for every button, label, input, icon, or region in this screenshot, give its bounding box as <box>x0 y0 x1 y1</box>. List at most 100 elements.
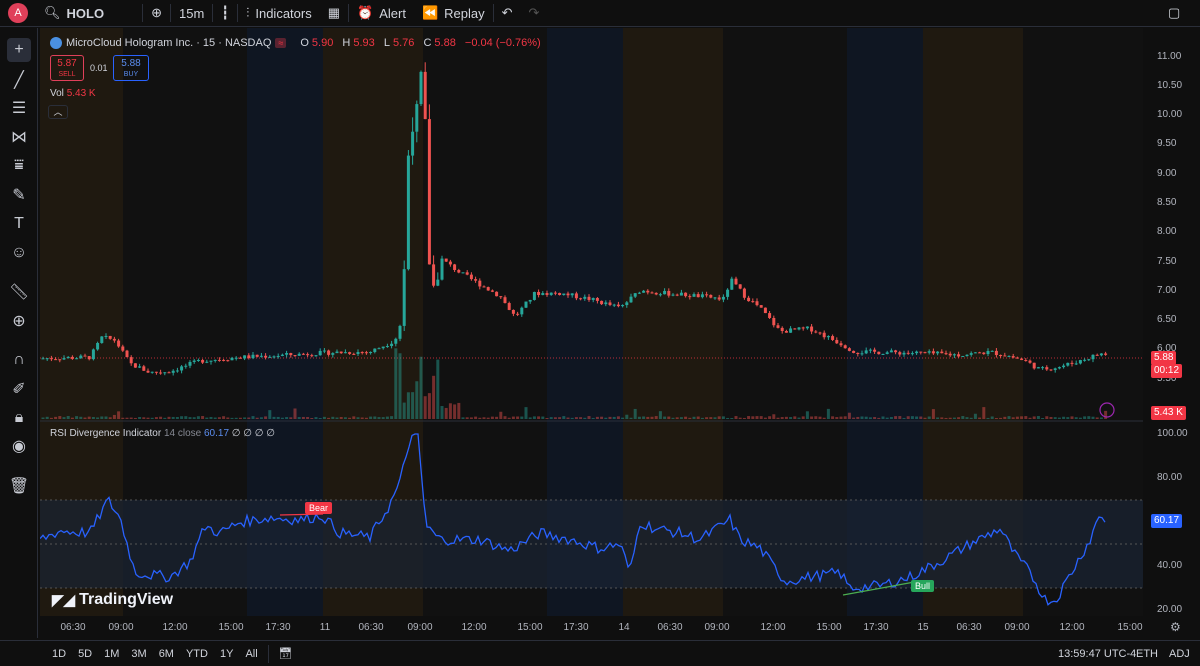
magnet-tool-icon[interactable]: ∩ <box>7 348 31 372</box>
trendline-tool-icon[interactable]: ╱ <box>7 68 31 92</box>
volume-bar <box>129 417 133 419</box>
brush-tool-icon[interactable]: ✎ <box>7 183 31 207</box>
collapse-legend-button[interactable]: ︿ <box>48 105 68 119</box>
candle-body <box>969 353 973 355</box>
volume-bar <box>503 416 507 419</box>
candle-body <box>738 284 742 289</box>
volume-bar <box>234 417 238 419</box>
volume-bar <box>154 417 158 419</box>
candle-body <box>465 272 469 275</box>
compare-button[interactable]: ⊕ <box>143 0 170 27</box>
candle-body <box>751 301 755 303</box>
candle-body <box>843 345 847 349</box>
candle-body <box>612 304 616 306</box>
volume-bar <box>1095 417 1099 419</box>
settings-gear-icon[interactable]: ⚙ <box>1170 620 1181 634</box>
volume-bar <box>595 416 599 419</box>
volume-bar <box>906 416 910 419</box>
eye-icon[interactable]: ◉ <box>7 434 31 458</box>
text-tool-icon[interactable]: T <box>7 212 31 236</box>
buy-button[interactable]: 5.88 BUY <box>113 55 149 81</box>
candle-body <box>87 356 91 360</box>
volume-bar <box>1024 416 1028 419</box>
zoom-tool-icon[interactable]: ⊕ <box>7 309 31 333</box>
candle-body <box>759 305 763 308</box>
session-toggle[interactable]: ETH <box>1130 648 1164 660</box>
candle-body <box>755 301 759 306</box>
time-tick-label: 06:30 <box>956 622 982 633</box>
volume-bar <box>612 416 616 419</box>
volume-bar <box>839 416 843 419</box>
volume-bar <box>923 417 927 419</box>
symbol-search[interactable]: 🔍︎ HOLO <box>36 0 112 27</box>
volume-bar <box>297 417 301 419</box>
indicators-label: Indicators <box>255 5 312 21</box>
sell-button[interactable]: 5.87 SELL <box>50 55 84 81</box>
volume-bar <box>171 416 175 419</box>
range-1y[interactable]: 1Y <box>214 648 239 660</box>
interval-button[interactable]: 15m <box>171 0 212 27</box>
indicators-button[interactable]: ⫶ Indicators <box>238 0 320 27</box>
candle-body <box>117 340 121 347</box>
volume-bar <box>738 417 742 419</box>
candle-body <box>658 294 662 296</box>
range-1d[interactable]: 1D <box>46 648 72 660</box>
candle-body <box>1003 355 1007 357</box>
volume-bar <box>877 417 881 419</box>
time-axis[interactable]: 06:30 09:00 12:00 15:00 17:30 11 06:30 09:00 12:… <box>40 618 1143 638</box>
volume-bar <box>881 416 885 419</box>
layout-button[interactable]: ▦ <box>320 0 348 27</box>
range-1m[interactable]: 1M <box>98 648 125 660</box>
candle-body <box>705 294 709 296</box>
replay-button[interactable]: ⏪ Replay <box>414 0 493 27</box>
candle-body <box>528 299 532 302</box>
ohlc-o: 5.90 <box>311 37 334 49</box>
volume-bar <box>675 417 679 419</box>
candle-body <box>394 338 398 344</box>
volume-bar <box>49 417 53 419</box>
candle-body <box>915 351 919 354</box>
forecast-tool-icon[interactable]: ⩸ <box>7 154 31 178</box>
redo-button[interactable]: ↷ <box>521 0 548 27</box>
range-3m[interactable]: 3M <box>125 648 152 660</box>
candle-body <box>285 353 289 355</box>
time-tick-label: 12:00 <box>1059 622 1085 633</box>
candle-body <box>226 360 230 362</box>
range-all[interactable]: All <box>239 648 263 660</box>
volume-bar <box>1020 416 1024 419</box>
rsi-extra-values: ∅ ∅ ∅ ∅ <box>231 428 275 439</box>
candle-body <box>243 355 247 359</box>
crosshair-tool-icon[interactable]: + <box>7 38 31 62</box>
lock-drawings-pencil-icon[interactable]: ✐ <box>7 377 31 401</box>
user-avatar[interactable]: A <box>8 3 28 23</box>
ohlc-h-label: H <box>342 37 351 49</box>
alert-button[interactable]: ⏰ Alert <box>349 0 414 27</box>
ruler-tool-icon[interactable]: 📏︎ <box>7 280 31 304</box>
clock-time[interactable]: 13:59:47 UTC-4 <box>1052 648 1142 660</box>
adj-toggle[interactable]: ADJ <box>1163 648 1196 660</box>
volume-bar <box>1087 416 1091 419</box>
range-ytd[interactable]: YTD <box>180 648 214 660</box>
volume-bar <box>684 416 688 419</box>
range-6m[interactable]: 6M <box>153 648 180 660</box>
candle-body <box>654 292 658 295</box>
volume-bar <box>1007 416 1011 419</box>
time-tick-label: 15:00 <box>218 622 244 633</box>
volume-bar <box>805 411 809 419</box>
chart-type-button[interactable]: ┇ <box>213 0 237 27</box>
calendar-range-icon[interactable]: 📅︎ <box>273 647 299 660</box>
horizontal-lines-tool-icon[interactable]: ☰ <box>7 96 31 120</box>
volume-bar <box>856 416 860 419</box>
lock-icon[interactable]: 🔒︎ <box>7 406 31 430</box>
volume-bar <box>532 416 536 419</box>
emoji-tool-icon[interactable]: ☺ <box>7 241 31 265</box>
price-axis[interactable]: 11.00 10.50 10.00 9.50 9.00 8.50 8.00 7.50 7.00 6… <box>1143 28 1200 638</box>
time-tick-label: 06:30 <box>358 622 384 633</box>
candle-body <box>898 352 902 355</box>
range-5d[interactable]: 5D <box>72 648 98 660</box>
undo-button[interactable]: ↶ <box>494 0 521 27</box>
pattern-tool-icon[interactable]: ⋈ <box>7 125 31 149</box>
fullscreen-button[interactable]: ▢ <box>1160 0 1188 27</box>
trash-icon[interactable]: 🗑︎ <box>7 474 31 498</box>
price-chart[interactable] <box>40 28 1143 616</box>
